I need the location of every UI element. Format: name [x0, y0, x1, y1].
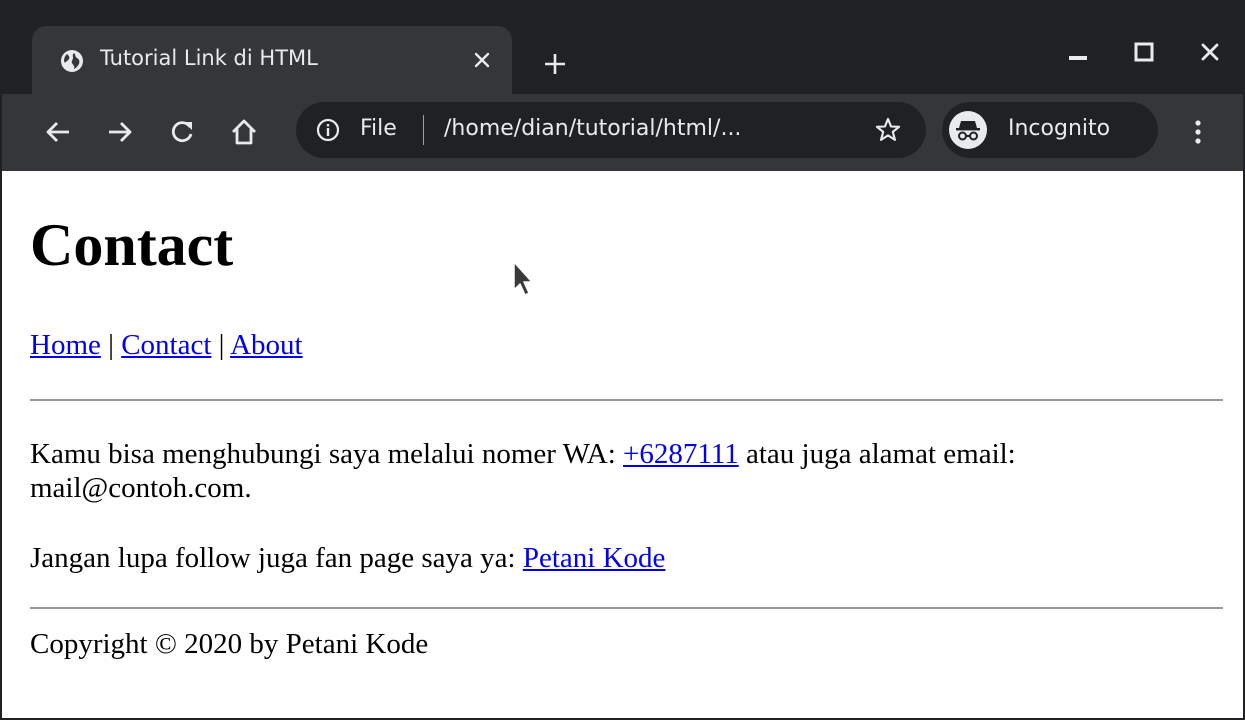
- star-icon[interactable]: [874, 116, 902, 144]
- info-icon[interactable]: [316, 118, 340, 142]
- nav-separator: |: [211, 329, 231, 361]
- incognito-icon: [949, 111, 987, 149]
- url-scheme-label: File: [360, 116, 397, 141]
- globe-icon: [61, 50, 83, 72]
- close-window-button[interactable]: [1190, 32, 1230, 72]
- arrow-right-icon: [109, 122, 132, 142]
- minimize-button[interactable]: [1058, 32, 1098, 72]
- home-icon: [232, 119, 256, 145]
- incognito-badge[interactable]: Incognito: [942, 102, 1158, 158]
- more-vert-icon: [1195, 120, 1201, 144]
- nav-link-contact[interactable]: Contact: [121, 329, 211, 361]
- page-nav: Home | Contact | About: [30, 331, 303, 360]
- mouse-cursor-icon: [513, 261, 533, 296]
- new-tab-button[interactable]: [535, 44, 575, 84]
- plus-icon: [545, 54, 565, 74]
- browser-window: Tutorial Link di HTML File /home/dian/tu…: [0, 0, 1245, 720]
- browser-menu-button[interactable]: [1178, 112, 1218, 152]
- address-bar[interactable]: File /home/dian/tutorial/html/...: [296, 102, 926, 158]
- contact-text-before: Kamu bisa menghubungi saya melalui nomer…: [30, 438, 624, 470]
- nav-link-about[interactable]: About: [230, 329, 303, 361]
- contact-paragraph: Kamu bisa menghubungi saya melalui nomer…: [30, 437, 1220, 505]
- nav-link-home[interactable]: Home: [30, 329, 101, 361]
- follow-paragraph: Jangan lupa follow juga fan page saya ya…: [30, 541, 1220, 575]
- wa-link[interactable]: +6287111: [623, 438, 739, 470]
- forward-button[interactable]: [100, 112, 140, 152]
- url-text[interactable]: /home/dian/tutorial/html/...: [444, 116, 741, 141]
- reload-button[interactable]: [162, 112, 202, 152]
- nav-separator: |: [100, 329, 122, 361]
- tab-strip: Tutorial Link di HTML: [2, 2, 1243, 94]
- tab-close-button[interactable]: [462, 40, 502, 80]
- divider-bottom: [30, 607, 1223, 609]
- close-icon: [1201, 43, 1219, 61]
- tab-title: Tutorial Link di HTML: [100, 46, 318, 70]
- footer-copyright: Copyright © 2020 by Petani Kode: [30, 628, 429, 660]
- page-content: Contact Home | Contact | About Kamu bisa…: [2, 171, 1243, 718]
- tab-active[interactable]: Tutorial Link di HTML: [32, 26, 512, 94]
- page-title: Contact: [30, 212, 234, 278]
- minimize-icon: [1069, 56, 1087, 60]
- arrow-left-icon: [46, 122, 69, 142]
- reload-icon: [171, 121, 193, 143]
- close-icon: [474, 52, 490, 68]
- maximize-button[interactable]: [1124, 32, 1164, 72]
- follow-text: Jangan lupa follow juga fan page saya ya…: [30, 542, 523, 574]
- maximize-icon: [1134, 42, 1154, 62]
- home-button[interactable]: [224, 112, 264, 152]
- browser-toolbar: File /home/dian/tutorial/html/... Incogn…: [2, 94, 1243, 171]
- fanpage-link[interactable]: Petani Kode: [523, 542, 666, 574]
- url-separator: [423, 115, 424, 145]
- back-button[interactable]: [38, 112, 78, 152]
- incognito-label: Incognito: [1008, 116, 1111, 141]
- divider-top: [30, 399, 1223, 401]
